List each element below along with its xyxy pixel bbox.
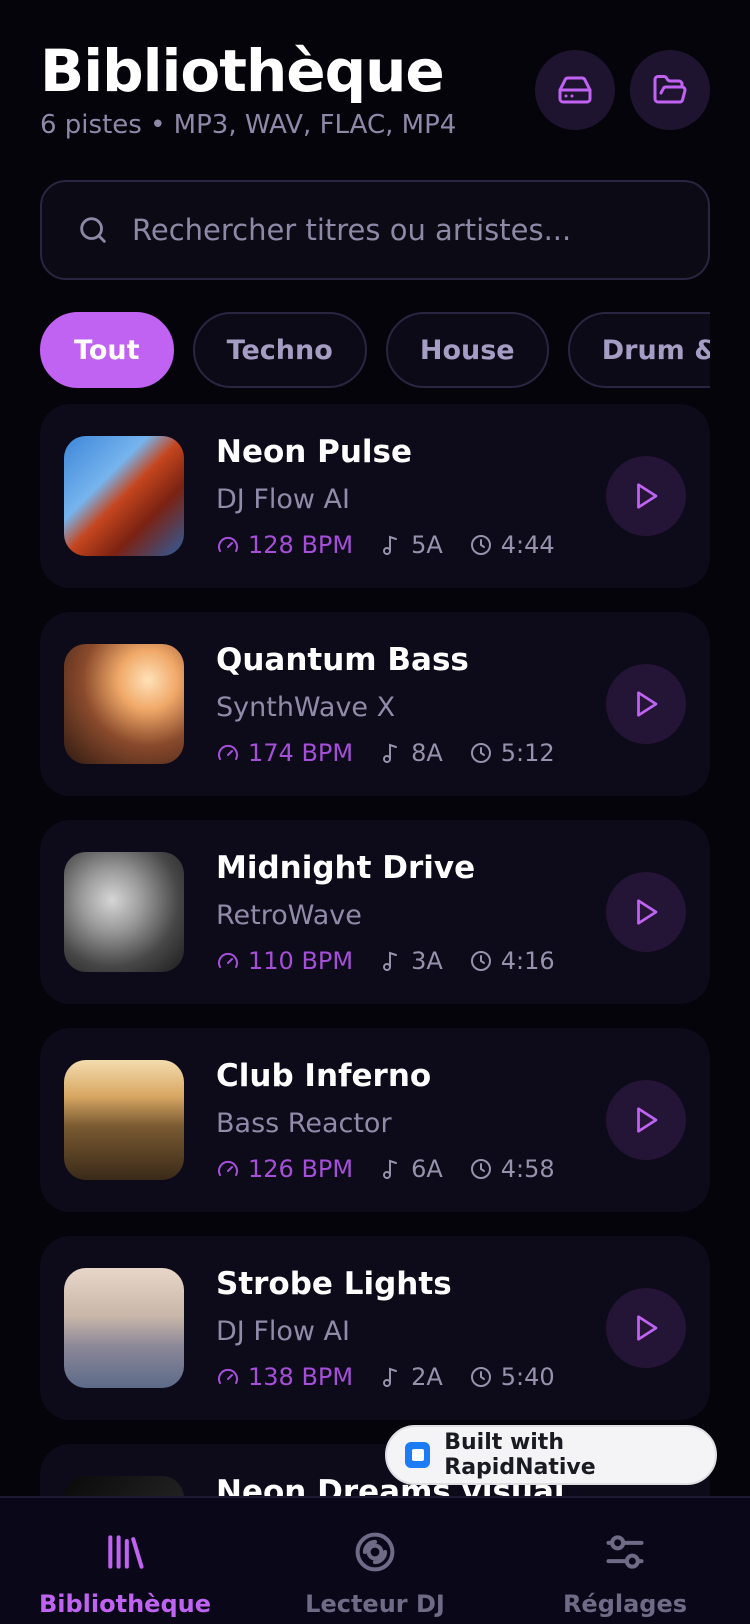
music-note-icon bbox=[383, 951, 398, 971]
play-icon bbox=[637, 691, 658, 717]
track-duration: 4:16 bbox=[500, 947, 555, 975]
play-button[interactable] bbox=[606, 456, 686, 536]
folder-button[interactable] bbox=[630, 50, 710, 130]
track-card[interactable]: Club Inferno Bass Reactor 126 BPM 6A 4:5… bbox=[40, 1028, 710, 1212]
search-bar[interactable] bbox=[40, 180, 710, 280]
filter-chip-house[interactable]: House bbox=[385, 312, 549, 388]
bottom-nav: Bibliothèque Lecteur DJ Réglages bbox=[0, 1496, 750, 1624]
filter-chip-tout[interactable]: Tout bbox=[40, 312, 174, 388]
rapidnative-badge[interactable]: Built with RapidNative bbox=[385, 1425, 717, 1485]
track-bpm: 138 BPM bbox=[248, 1363, 354, 1391]
album-cover bbox=[64, 436, 184, 556]
search-icon bbox=[80, 217, 106, 243]
nav-item-lecteur-dj[interactable]: Lecteur DJ bbox=[250, 1498, 500, 1624]
album-cover bbox=[64, 1060, 184, 1180]
sliders-icon bbox=[606, 1535, 644, 1569]
track-meta: 128 BPM 5A 4:44 bbox=[216, 528, 581, 562]
play-button[interactable] bbox=[606, 1080, 686, 1160]
music-note-icon bbox=[383, 743, 398, 763]
track-key: 6A bbox=[411, 1155, 443, 1183]
track-title: Midnight Drive bbox=[216, 850, 476, 886]
track-bpm: 126 BPM bbox=[248, 1155, 354, 1183]
nav-label: Lecteur DJ bbox=[305, 1590, 445, 1618]
nav-item-reglages[interactable]: Réglages bbox=[500, 1498, 750, 1624]
disc-icon bbox=[355, 1532, 395, 1572]
page-header: Bibliothèque 6 pistes • MP3, WAV, FLAC, … bbox=[40, 38, 710, 148]
track-meta: 126 BPM 6A 4:58 bbox=[216, 1152, 581, 1186]
genre-filters: Tout Techno House Drum & Bass bbox=[40, 312, 710, 388]
clock-icon bbox=[470, 535, 491, 555]
rapidnative-logo-icon bbox=[405, 1442, 431, 1468]
play-button[interactable] bbox=[606, 872, 686, 952]
music-note-icon bbox=[383, 1159, 398, 1179]
play-icon bbox=[637, 899, 658, 925]
music-note-icon bbox=[383, 535, 398, 555]
track-card[interactable]: Quantum Bass SynthWave X 174 BPM 8A 5:12 bbox=[40, 612, 710, 796]
track-meta: 174 BPM 8A 5:12 bbox=[216, 736, 581, 770]
track-bpm: 128 BPM bbox=[248, 531, 354, 559]
track-card[interactable]: Neon Pulse DJ Flow AI 128 BPM 5A 4:44 bbox=[40, 404, 710, 588]
track-artist: Bass Reactor bbox=[216, 1108, 392, 1139]
track-title: Neon Pulse bbox=[216, 434, 413, 470]
badge-label: Built with RapidNative bbox=[444, 1430, 596, 1480]
library-icon bbox=[108, 1535, 144, 1569]
track-meta: 138 BPM 2A 5:40 bbox=[216, 1360, 581, 1394]
play-icon bbox=[637, 1107, 658, 1133]
filter-chip-drum-and-bass[interactable]: Drum & Bass bbox=[567, 312, 710, 388]
nav-label: Réglages bbox=[562, 1590, 688, 1618]
track-title: Strobe Lights bbox=[216, 1266, 452, 1302]
track-card[interactable]: Strobe Lights DJ Flow AI 138 BPM 2A 5:40 bbox=[40, 1236, 710, 1420]
track-artist: SynthWave X bbox=[216, 692, 396, 723]
filter-chip-techno[interactable]: Techno bbox=[192, 312, 367, 388]
track-duration: 5:40 bbox=[500, 1363, 555, 1391]
gauge-icon bbox=[218, 1160, 238, 1176]
album-cover bbox=[64, 1268, 184, 1388]
music-note-icon bbox=[383, 1367, 398, 1387]
search-input[interactable] bbox=[132, 213, 672, 247]
folder-open-icon bbox=[653, 75, 687, 104]
gauge-icon bbox=[218, 952, 238, 968]
track-bpm: 174 BPM bbox=[248, 739, 354, 767]
track-duration: 4:58 bbox=[500, 1155, 555, 1183]
play-icon bbox=[637, 483, 658, 509]
track-title: Quantum Bass bbox=[216, 642, 469, 678]
track-title: Club Inferno bbox=[216, 1058, 432, 1094]
gauge-icon bbox=[218, 1368, 238, 1384]
gauge-icon bbox=[218, 536, 238, 552]
play-icon bbox=[637, 1315, 658, 1341]
track-artist: DJ Flow AI bbox=[216, 484, 350, 515]
track-key: 2A bbox=[411, 1363, 443, 1391]
track-bpm: 110 BPM bbox=[248, 947, 354, 975]
track-key: 3A bbox=[411, 947, 443, 975]
gauge-icon bbox=[218, 744, 238, 760]
track-artist: DJ Flow AI bbox=[216, 1316, 350, 1347]
track-duration: 4:44 bbox=[500, 531, 555, 559]
track-card[interactable]: Midnight Drive RetroWave 110 BPM 3A 4:16 bbox=[40, 820, 710, 1004]
track-meta: 110 BPM 3A 4:16 bbox=[216, 944, 581, 978]
clock-icon bbox=[470, 1367, 491, 1387]
play-button[interactable] bbox=[606, 1288, 686, 1368]
play-button[interactable] bbox=[606, 664, 686, 744]
page-subtitle: 6 pistes • MP3, WAV, FLAC, MP4 bbox=[40, 110, 457, 140]
nav-label: Bibliothèque bbox=[38, 1590, 212, 1618]
clock-icon bbox=[470, 1159, 491, 1179]
track-key: 5A bbox=[411, 531, 443, 559]
album-cover bbox=[64, 852, 184, 972]
hard-drive-icon bbox=[558, 76, 592, 104]
album-cover bbox=[64, 644, 184, 764]
clock-icon bbox=[470, 951, 491, 971]
track-duration: 5:12 bbox=[500, 739, 555, 767]
nav-item-bibliotheque[interactable]: Bibliothèque bbox=[0, 1498, 250, 1624]
track-artist: RetroWave bbox=[216, 900, 362, 931]
track-key: 8A bbox=[411, 739, 443, 767]
library-screen: Bibliothèque 6 pistes • MP3, WAV, FLAC, … bbox=[0, 0, 750, 1624]
clock-icon bbox=[470, 743, 491, 763]
hard-drive-button[interactable] bbox=[535, 50, 615, 130]
